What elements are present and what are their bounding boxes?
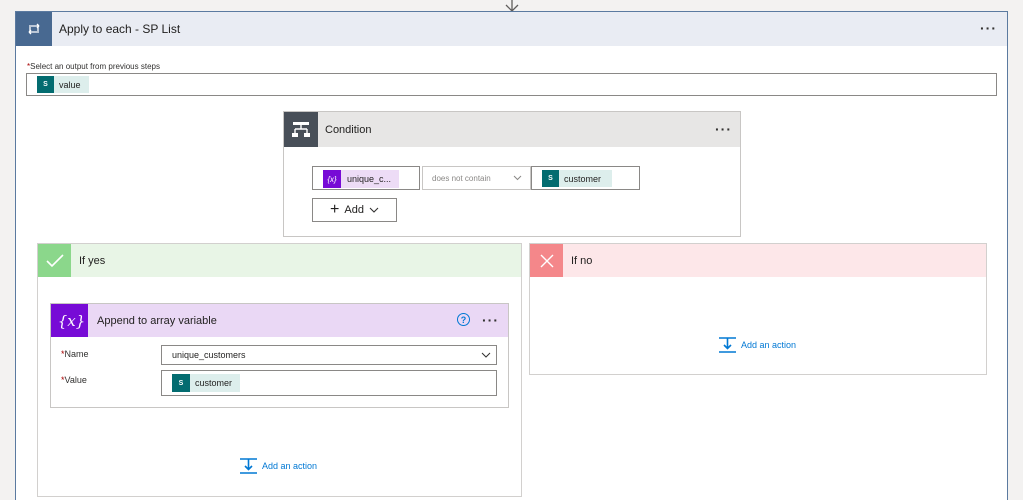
condition-right-operand[interactable]: S customer	[531, 166, 640, 190]
condition-card: Condition ··· {x} unique_c... does not c…	[283, 111, 741, 237]
condition-more-options-button[interactable]: ···	[715, 121, 732, 137]
condition-title: Condition	[325, 124, 372, 136]
value-token-label: value	[59, 79, 81, 90]
if-no-header: If no	[530, 244, 986, 277]
sharepoint-icon: S	[37, 76, 54, 93]
output-label-text: Select an output from previous steps	[30, 62, 160, 71]
check-icon	[38, 244, 71, 277]
chevron-down-icon	[513, 175, 522, 181]
left-token-label: unique_c...	[347, 174, 392, 184]
sharepoint-icon: S	[172, 374, 190, 392]
name-field-label: *Name	[61, 349, 89, 359]
add-condition-button[interactable]: + Add	[312, 198, 397, 222]
add-action-yes-button[interactable]: Add an action	[240, 458, 317, 474]
variable-icon: {x}	[323, 170, 341, 188]
right-token-label: customer	[564, 173, 602, 184]
apply-to-each-card: Apply to each - SP List ··· *Select an o…	[15, 11, 1008, 500]
if-yes-header: If yes	[38, 244, 521, 277]
value-field-label: *Value	[61, 375, 87, 385]
value-input[interactable]: S customer	[161, 370, 497, 396]
apply-to-each-header[interactable]: Apply to each - SP List ···	[16, 12, 1007, 46]
add-button-label: Add	[344, 204, 364, 216]
output-field-label: *Select an output from previous steps	[27, 62, 160, 71]
append-more-options-button[interactable]: ···	[482, 312, 499, 328]
if-yes-title: If yes	[79, 255, 106, 267]
append-to-array-card: {x} Append to array variable ? ··· *Name…	[50, 303, 509, 408]
customer-token[interactable]: S customer	[542, 170, 612, 187]
append-title: Append to array variable	[97, 315, 217, 327]
add-action-label: Add an action	[741, 340, 797, 350]
condition-header[interactable]: Condition ···	[284, 112, 740, 147]
name-label-text: Name	[64, 349, 89, 359]
if-no-title: If no	[571, 255, 593, 267]
output-select-field[interactable]: S value	[26, 73, 997, 96]
add-action-no-button[interactable]: Add an action	[719, 337, 796, 353]
value-label-text: Value	[64, 375, 87, 385]
close-icon	[530, 244, 563, 277]
chevron-down-icon	[369, 207, 379, 213]
plus-icon: +	[330, 201, 340, 218]
sharepoint-icon: S	[542, 170, 559, 187]
operator-value: does not contain	[432, 174, 491, 183]
if-no-branch: If no Add an action	[529, 243, 987, 375]
loop-more-options-button[interactable]: ···	[980, 20, 997, 36]
loop-icon	[16, 12, 52, 46]
if-yes-branch: If yes {x} Append to array variable ? ··…	[37, 243, 522, 497]
value-token[interactable]: S value	[37, 76, 89, 93]
apply-to-each-title: Apply to each - SP List	[59, 22, 181, 36]
unique-customers-token[interactable]: {x} unique_c...	[323, 170, 399, 188]
add-action-label: Add an action	[262, 461, 318, 471]
name-value: unique_customers	[172, 350, 246, 360]
add-action-icon	[240, 458, 257, 474]
condition-left-operand[interactable]: {x} unique_c...	[312, 166, 420, 190]
customer-token[interactable]: S customer	[172, 374, 240, 392]
condition-operator-dropdown[interactable]: does not contain	[422, 166, 531, 190]
name-dropdown[interactable]: unique_customers	[161, 345, 497, 365]
variable-icon: {x}	[55, 304, 88, 337]
add-action-icon	[719, 337, 736, 353]
append-header[interactable]: {x} Append to array variable ? ···	[51, 304, 508, 337]
condition-icon	[284, 112, 318, 147]
value-token-label: customer	[195, 378, 233, 388]
chevron-down-icon	[481, 352, 491, 358]
help-icon[interactable]: ?	[457, 313, 470, 326]
